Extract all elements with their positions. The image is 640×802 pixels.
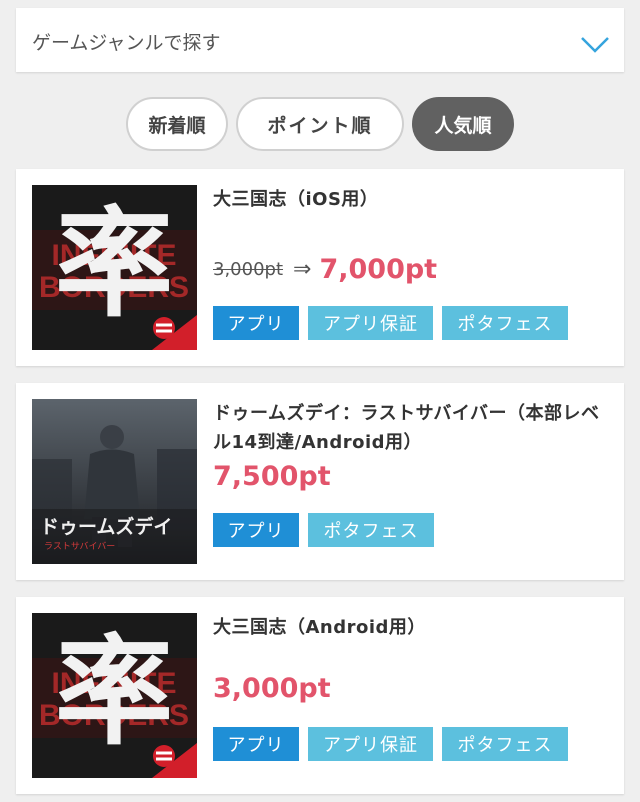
thumb-sub-text: ラストサバイバー [44,541,115,551]
sort-tab-newest[interactable]: 新着順 [126,97,228,151]
tag-app: アプリ [213,513,299,547]
game-thumbnail[interactable]: INFINITE BORDERS 率 [32,185,197,350]
sort-tab-points[interactable]: ポイント順 [236,97,404,151]
tag-potafes: ポタフェス [442,727,568,761]
price: 7,500pt [213,461,331,492]
price-line: 3,000pt ⇒ 7,000pt [213,254,437,285]
offer-card[interactable]: ドゥームズデイ ラストサバイバー ドゥームズデイ：ラストサバイバー（本部レベル1… [16,383,624,580]
arrow-icon: ⇒ [293,257,312,282]
tag-app: アプリ [213,727,299,761]
price-line: 3,000pt [213,673,331,704]
sort-tab-label: 人気順 [434,114,492,137]
tag-list: アプリ ポタフェス [213,513,443,547]
sort-tab-label: 新着順 [148,114,206,137]
thumb-logo-text: ドゥームズデイ [40,515,172,538]
tag-list: アプリ アプリ保証 ポタフェス [213,727,577,761]
old-price: 3,000pt [213,259,284,280]
tag-app-guarantee: アプリ保証 [308,306,433,340]
tag-app-guarantee: アプリ保証 [308,727,433,761]
price: 7,000pt [319,254,438,285]
item-title[interactable]: 大三国志（Android用） [213,613,610,642]
offer-card[interactable]: INFINITE BORDERS 率 大三国志（Android用） 3,000p… [16,597,624,794]
sort-tab-popular[interactable]: 人気順 [412,97,514,151]
price-line: 7,500pt [213,461,331,492]
sort-tabs: 新着順 ポイント順 人気順 [0,97,640,153]
tag-potafes: ポタフェス [308,513,434,547]
tag-app: アプリ [213,306,299,340]
genre-filter-dropdown[interactable]: ゲームジャンルで探す [16,8,624,72]
price: 3,000pt [213,673,331,704]
offer-card[interactable]: INFINITE BORDERS 率 大三国志（iOS用） 3,000pt ⇒ … [16,169,624,366]
game-thumbnail[interactable]: INFINITE BORDERS 率 [32,613,197,778]
tag-list: アプリ アプリ保証 ポタフェス [213,306,577,340]
item-title[interactable]: ドゥームズデイ：ラストサバイバー（本部レベル14到達/Android用） [213,399,610,457]
genre-filter-label: ゲームジャンルで探す [32,32,221,54]
tag-potafes: ポタフェス [442,306,568,340]
chevron-down-icon[interactable] [580,36,610,58]
game-thumbnail[interactable]: ドゥームズデイ ラストサバイバー [32,399,197,564]
item-title[interactable]: 大三国志（iOS用） [213,185,610,214]
thumb-big-char: 率 [55,622,173,761]
thumb-big-char: 率 [55,194,173,333]
sort-tab-label: ポイント順 [267,114,373,137]
